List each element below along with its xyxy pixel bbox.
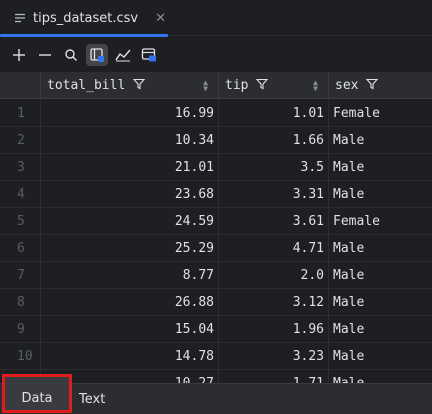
data-grid: total_bill ▲ ▼ tip ▲ ▼ sex 1 16.99 1.01 Femal… <box>0 72 432 383</box>
cell-total-bill[interactable]: 23.68 <box>41 181 219 207</box>
tab-tips-dataset[interactable]: tips_dataset.csv ✕ <box>0 0 168 37</box>
column-label: tip <box>225 78 249 93</box>
filter-icon[interactable] <box>366 78 379 94</box>
remove-row-icon[interactable] <box>34 44 56 66</box>
database-icon[interactable] <box>138 44 160 66</box>
cell-total-bill[interactable]: 21.01 <box>41 154 219 180</box>
row-number: 5 <box>0 208 41 234</box>
cell-total-bill[interactable]: 24.59 <box>41 208 219 234</box>
add-row-icon[interactable] <box>8 44 30 66</box>
column-header-tip[interactable]: tip ▲ ▼ <box>219 72 329 99</box>
close-icon[interactable]: ✕ <box>155 11 166 26</box>
cell-total-bill[interactable]: 25.29 <box>41 235 219 261</box>
column-label: sex <box>335 78 359 93</box>
cell-sex[interactable]: Male <box>329 154 432 180</box>
cell-tip[interactable]: 3.12 <box>219 289 329 315</box>
row-number: 3 <box>0 154 41 180</box>
table-row[interactable]: 2 10.34 1.66 Male <box>0 127 432 154</box>
row-number: 10 <box>0 343 41 369</box>
table-row[interactable]: 9 15.04 1.96 Male <box>0 316 432 343</box>
cell-sex[interactable]: Male <box>329 343 432 369</box>
tab-data[interactable]: Data <box>2 374 72 413</box>
table-row[interactable]: 6 25.29 4.71 Male <box>0 235 432 262</box>
cell-total-bill[interactable]: 8.77 <box>41 262 219 288</box>
sort-icon[interactable]: ▲ ▼ <box>313 79 318 93</box>
cell-sex[interactable]: Male <box>329 370 432 384</box>
cell-total-bill[interactable]: 10.34 <box>41 127 219 153</box>
cell-sex[interactable]: Male <box>329 289 432 315</box>
table-row[interactable]: 3 21.01 3.5 Male <box>0 154 432 181</box>
cell-total-bill[interactable]: 14.78 <box>41 343 219 369</box>
cell-tip[interactable]: 1.71 <box>219 370 329 383</box>
row-number: 6 <box>0 235 41 261</box>
cell-tip[interactable]: 1.01 <box>219 100 329 126</box>
tab-text[interactable]: Text <box>79 384 105 414</box>
cell-total-bill[interactable]: 16.99 <box>41 100 219 126</box>
cell-sex[interactable]: Male <box>329 127 432 153</box>
cell-tip[interactable]: 1.96 <box>219 316 329 342</box>
cell-total-bill[interactable]: 26.88 <box>41 289 219 315</box>
cell-tip[interactable]: 3.61 <box>219 208 329 234</box>
text-file-icon <box>14 9 26 28</box>
cell-tip[interactable]: 3.23 <box>219 343 329 369</box>
row-number: 2 <box>0 127 41 153</box>
table-row[interactable]: 1 16.99 1.01 Female <box>0 100 432 127</box>
row-number: 8 <box>0 289 41 315</box>
table-view-icon[interactable] <box>86 43 108 66</box>
tab-data-label: Data <box>21 391 53 406</box>
cell-sex[interactable]: Female <box>329 100 432 126</box>
row-number: 7 <box>0 262 41 288</box>
cell-sex[interactable]: Male <box>329 235 432 261</box>
view-mode-bar: Data Text <box>0 374 432 414</box>
row-number: 9 <box>0 316 41 342</box>
column-header-total-bill[interactable]: total_bill ▲ ▼ <box>41 72 219 99</box>
cell-tip[interactable]: 2.0 <box>219 262 329 288</box>
table-row[interactable]: 7 8.77 2.0 Male <box>0 262 432 289</box>
cell-total-bill[interactable]: 15.04 <box>41 316 219 342</box>
grid-header: total_bill ▲ ▼ tip ▲ ▼ sex <box>0 72 432 99</box>
table-row[interactable]: 4 23.68 3.31 Male <box>0 181 432 208</box>
cell-tip[interactable]: 4.71 <box>219 235 329 261</box>
filter-icon[interactable] <box>133 78 146 94</box>
cell-sex[interactable]: Female <box>329 208 432 234</box>
column-label: total_bill <box>47 78 126 93</box>
search-icon[interactable] <box>60 44 82 66</box>
row-number: 4 <box>0 181 41 207</box>
cell-sex[interactable]: Male <box>329 262 432 288</box>
grid-body: 1 16.99 1.01 Female 2 10.34 1.66 Male 3 21.01 3.5 M… <box>0 100 432 383</box>
table-row[interactable]: 8 26.88 3.12 Male <box>0 289 432 316</box>
cell-tip[interactable]: 3.31 <box>219 181 329 207</box>
row-number-header <box>0 72 41 99</box>
filter-icon[interactable] <box>256 78 269 94</box>
editor-tab-bar: tips_dataset.csv ✕ <box>0 0 432 37</box>
table-row[interactable]: 5 24.59 3.61 Female <box>0 208 432 235</box>
cell-sex[interactable]: Male <box>329 316 432 342</box>
cell-sex[interactable]: Male <box>329 181 432 207</box>
sort-icon[interactable]: ▲ ▼ <box>203 79 208 93</box>
cell-tip[interactable]: 1.66 <box>219 127 329 153</box>
tab-title: tips_dataset.csv <box>33 10 139 26</box>
cell-tip[interactable]: 3.5 <box>219 154 329 180</box>
grid-toolbar <box>0 37 432 72</box>
chart-icon[interactable] <box>112 44 134 66</box>
table-row[interactable]: 10 14.78 3.23 Male <box>0 343 432 370</box>
row-number: 1 <box>0 100 41 126</box>
column-header-sex[interactable]: sex <box>329 72 432 99</box>
